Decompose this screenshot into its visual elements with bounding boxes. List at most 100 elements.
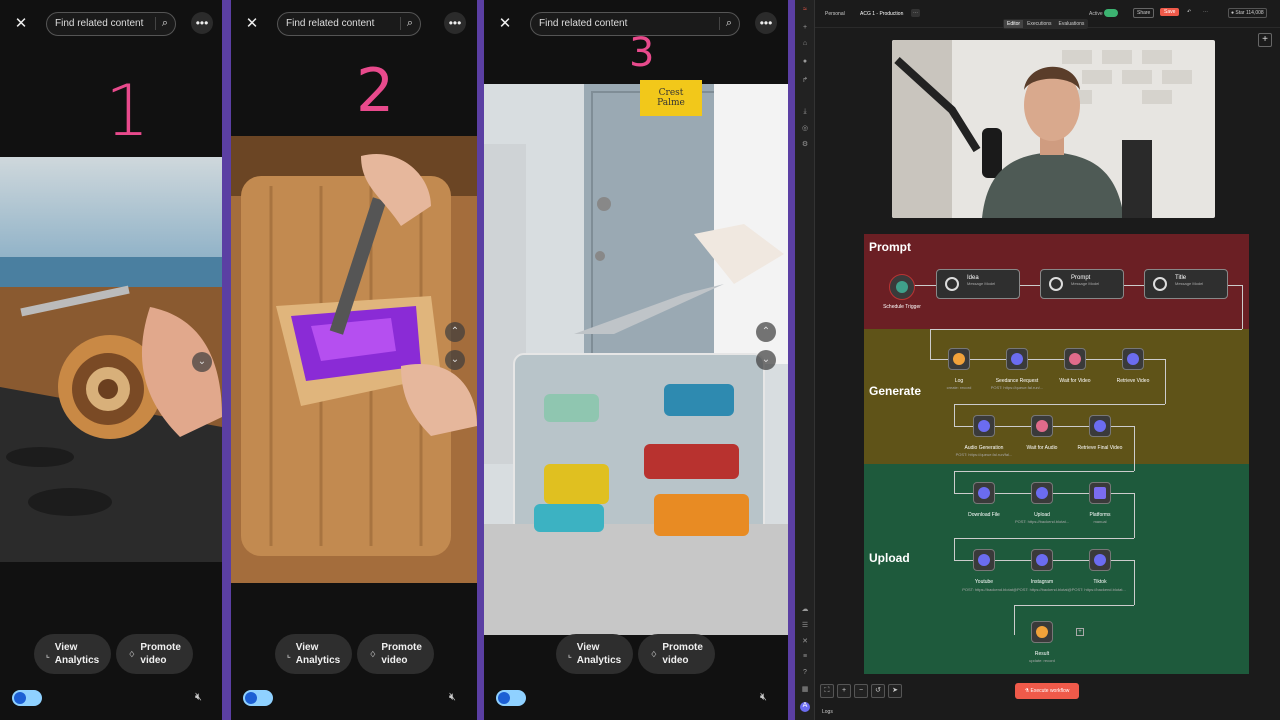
home-icon[interactable]: ⌂ [800, 40, 810, 50]
user-icon[interactable]: ● [800, 58, 810, 68]
globe-icon [978, 487, 990, 499]
pencil-icon [1094, 487, 1106, 499]
more-icon[interactable]: ⋯ [911, 9, 920, 17]
connector [930, 329, 931, 359]
video-panel-2: ✕ Find related content ⌕ ••• 2 ⌃ ⌄ ⌞ View… [231, 0, 477, 720]
mute-icon[interactable]: 🔇︎ [195, 691, 202, 704]
scroll-up-arrow[interactable]: ⌃ [756, 322, 776, 342]
search-icon[interactable]: ⌕ [718, 17, 732, 30]
share-rail-icon[interactable]: ↱ [800, 76, 810, 86]
promote-video-button[interactable]: ♢ Promote video [638, 634, 715, 674]
add-node-button[interactable]: + [1258, 33, 1272, 47]
x-icon[interactable]: ✕ [800, 637, 810, 647]
reset-zoom-icon[interactable]: ↺ [871, 684, 885, 698]
more-options-icon[interactable]: ••• [444, 12, 466, 34]
github-star-button[interactable]: ● Star 114,008 [1228, 8, 1267, 18]
seedance-request-node[interactable] [1006, 348, 1028, 370]
upload-node[interactable] [1031, 482, 1053, 504]
download-file-node[interactable] [973, 482, 995, 504]
zoom-out-icon[interactable]: − [854, 684, 868, 698]
idea-node[interactable]: Idea Message Model [936, 269, 1020, 299]
close-icon[interactable]: ✕ [10, 13, 32, 35]
autoplay-toggle[interactable] [243, 690, 273, 706]
log-node[interactable] [948, 348, 970, 370]
more-options-icon[interactable]: ••• [755, 12, 777, 34]
mute-icon[interactable]: 🔇︎ [449, 691, 456, 704]
connector [1014, 605, 1134, 606]
audio-generation-node[interactable] [973, 415, 995, 437]
more-options-icon[interactable]: ••• [191, 12, 213, 34]
help-icon[interactable]: ? [800, 669, 810, 679]
view-analytics-label: View Analytics [295, 642, 341, 666]
promote-video-button[interactable]: ♢ Promote video [357, 634, 434, 674]
log-label: Log [954, 378, 964, 384]
promote-video-button[interactable]: ♢ Promote video [116, 634, 193, 674]
close-icon[interactable]: ✕ [241, 13, 263, 35]
wait-for-video-node[interactable] [1064, 348, 1086, 370]
grid-icon[interactable]: ▦ [800, 685, 810, 695]
search-icon[interactable]: ⌕ [154, 17, 168, 30]
scroll-down-arrow[interactable]: ⌄ [445, 350, 465, 370]
avatar[interactable]: A [800, 702, 810, 712]
settings-icon[interactable]: ⚙ [800, 140, 810, 150]
tab-executions[interactable]: Executions [1024, 20, 1054, 28]
retrieve-final-label: Retrieve Final Video [1077, 445, 1123, 451]
canvas-controls: ⛶ + − ↺ ➤ [820, 684, 902, 698]
tab-editor[interactable]: Editor [1004, 20, 1024, 28]
search-icon[interactable]: ⌕ [399, 17, 413, 30]
tiktok-label: Tiktok [1093, 579, 1107, 585]
view-analytics-button[interactable]: ⌞ View Analytics [34, 634, 112, 674]
promote-icon: ♢ [369, 649, 377, 659]
pointer-icon[interactable]: ➤ [888, 684, 902, 698]
schedule-trigger-node[interactable] [889, 274, 915, 300]
breadcrumb-workspace[interactable]: Personal [825, 11, 845, 17]
close-icon[interactable]: ✕ [494, 13, 516, 35]
wait-for-audio-node[interactable] [1031, 415, 1053, 437]
globe-icon [1036, 554, 1048, 566]
chat-icon[interactable]: ☰ [800, 621, 810, 631]
title-node[interactable]: Title Message Model [1144, 269, 1228, 299]
search-input[interactable]: Find related content ⌕ [277, 12, 421, 36]
airtable-icon [953, 353, 965, 365]
scroll-down-arrow[interactable]: ⌄ [192, 352, 212, 372]
lines-icon[interactable]: ≡ [800, 653, 810, 663]
execute-workflow-button[interactable]: ⚗ Execute workflow [1015, 683, 1079, 699]
retrieve-final-video-node[interactable] [1089, 415, 1111, 437]
connector [954, 404, 955, 426]
tab-evaluations[interactable]: Evaluations [1056, 20, 1088, 28]
fit-view-icon[interactable]: ⛶ [820, 684, 834, 698]
breadcrumb-project[interactable]: ACG 1 - Production [860, 11, 903, 17]
view-analytics-button[interactable]: ⌞ View Analytics [275, 634, 353, 674]
more-horizontal-icon[interactable]: ⋯ [1203, 9, 1208, 15]
active-toggle[interactable] [1104, 9, 1118, 17]
download-icon[interactable]: ⤓ [800, 108, 810, 118]
scroll-up-arrow[interactable]: ⌃ [445, 322, 465, 342]
scroll-down-arrow[interactable]: ⌄ [756, 350, 776, 370]
mute-icon[interactable]: 🔇︎ [760, 691, 767, 704]
instagram-node[interactable] [1031, 549, 1053, 571]
share-button[interactable]: Share [1133, 8, 1155, 18]
promote-icon: ♢ [128, 649, 136, 659]
add-icon[interactable]: + [800, 24, 810, 34]
result-node[interactable] [1031, 621, 1053, 643]
undo-icon[interactable]: ↶ [1187, 9, 1191, 15]
app-header: Personal ACG 1 - Production ⋯ Editor Exe… [815, 0, 1280, 29]
save-button[interactable]: Save [1160, 8, 1180, 16]
platforms-node[interactable] [1089, 482, 1111, 504]
view-analytics-label: View Analytics [576, 642, 622, 666]
tiktok-node[interactable] [1089, 549, 1111, 571]
autoplay-toggle[interactable] [496, 690, 526, 706]
add-step-icon[interactable]: + [1076, 628, 1084, 636]
retrieve-video-node[interactable] [1122, 348, 1144, 370]
logs-panel-toggle[interactable]: Logs [822, 709, 833, 715]
globe-icon[interactable]: ◎ [800, 124, 810, 134]
cloud-icon[interactable]: ☁ [800, 605, 810, 615]
search-input[interactable]: Find related content ⌕ [46, 12, 176, 36]
autoplay-toggle[interactable] [12, 690, 42, 706]
promote-video-label: Promote video [140, 642, 181, 666]
view-analytics-button[interactable]: ⌞ View Analytics [556, 634, 634, 674]
prompt-node[interactable]: Prompt Message Model [1040, 269, 1124, 299]
retrieve-video-label: Retrieve Video [1116, 378, 1150, 384]
youtube-node[interactable] [973, 549, 995, 571]
zoom-in-icon[interactable]: + [837, 684, 851, 698]
